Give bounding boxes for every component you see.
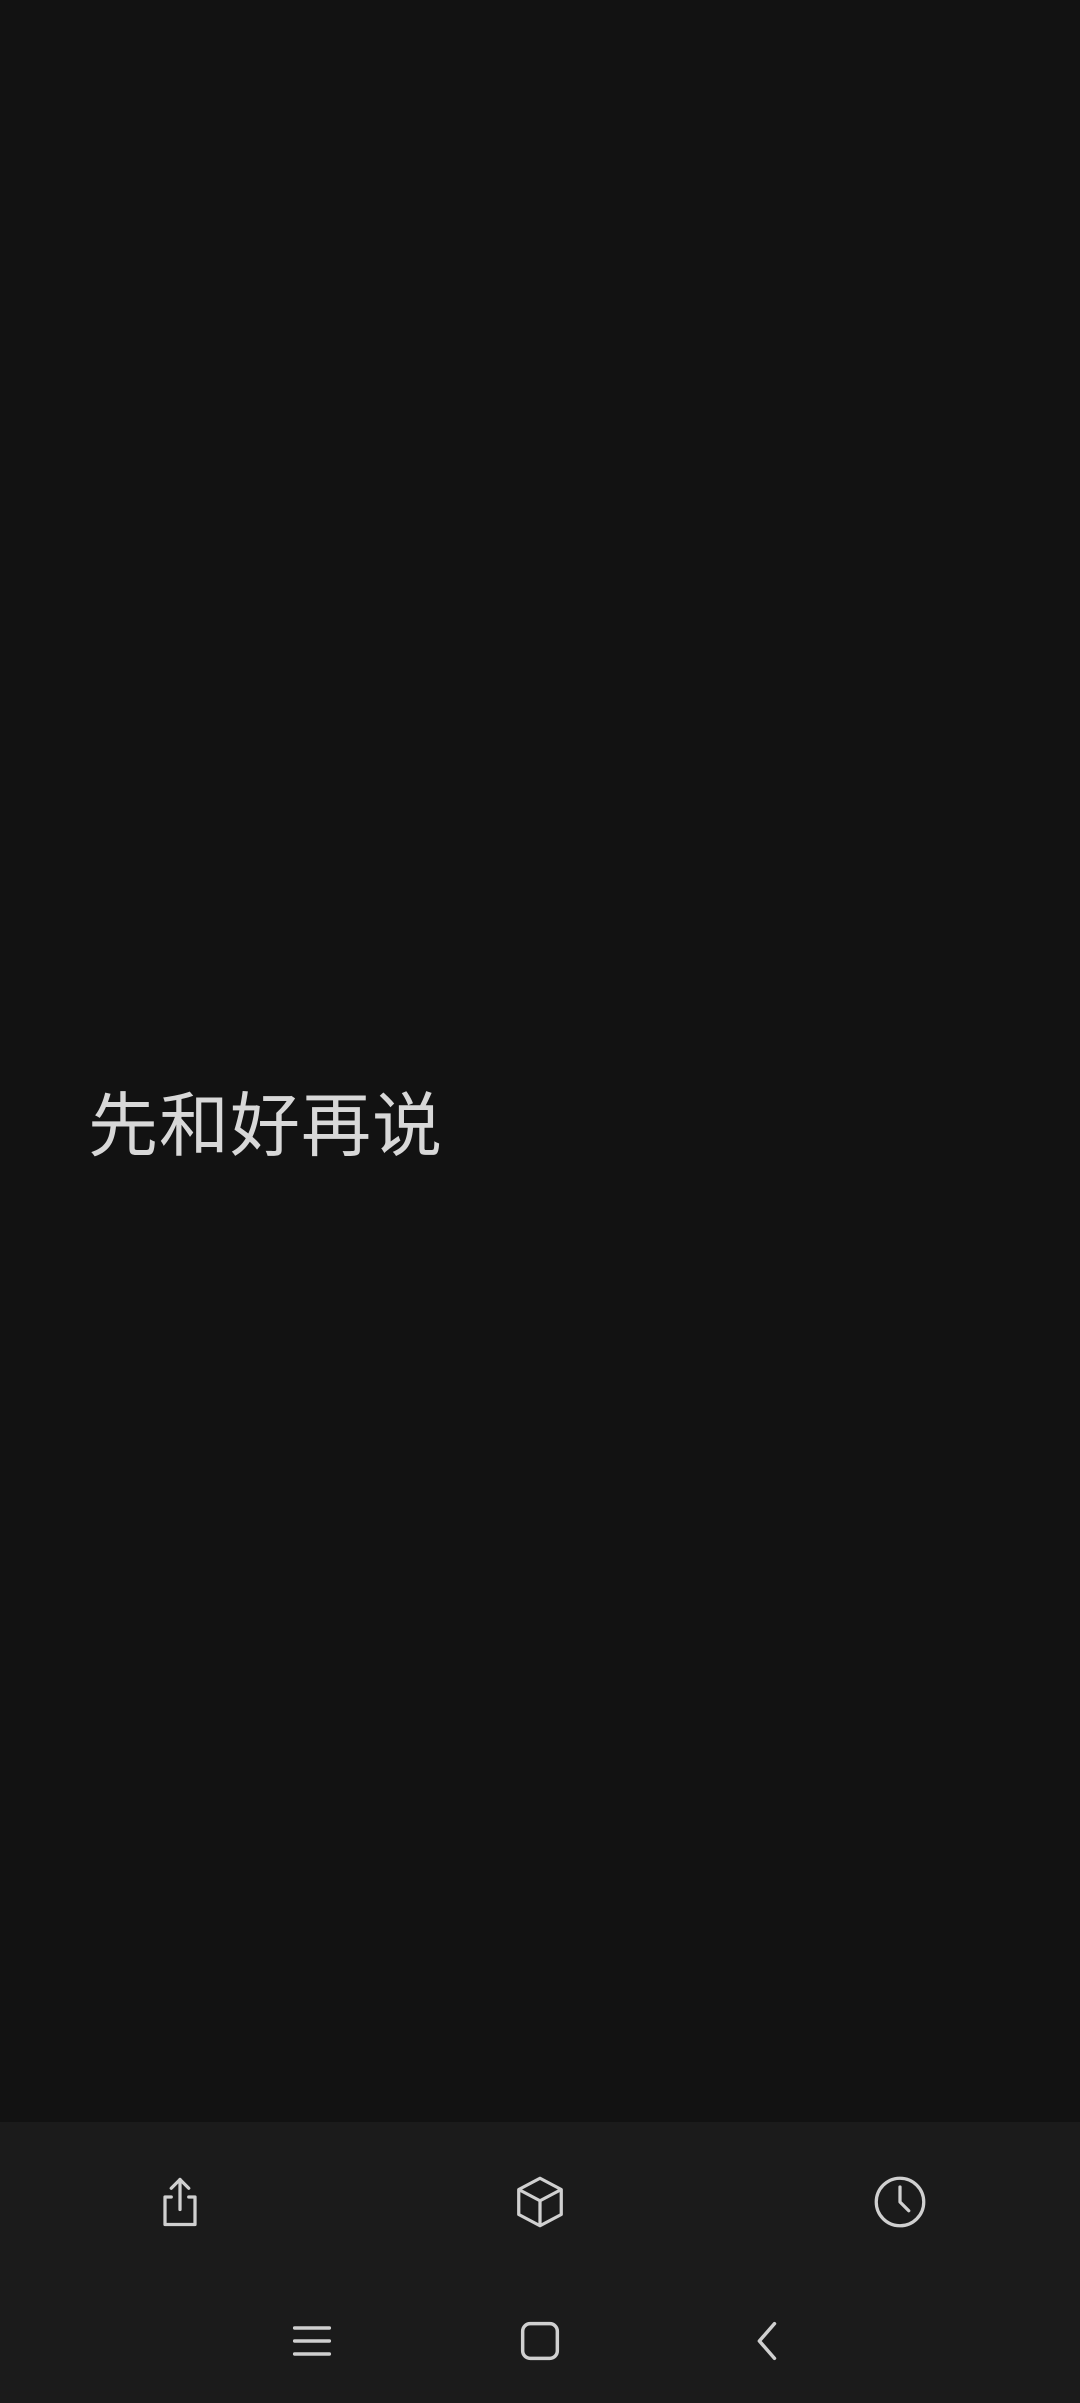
screen: 先和好再说 (0, 0, 1080, 2403)
recents-menu-icon (292, 2326, 332, 2356)
cube-icon (517, 2176, 563, 2228)
share-button[interactable] (140, 2162, 220, 2242)
system-navigation-bar (0, 2277, 1080, 2403)
home-square-icon (520, 2321, 560, 2361)
share-icon (163, 2177, 197, 2227)
recents-button[interactable] (272, 2301, 352, 2381)
history-button[interactable] (860, 2162, 940, 2242)
history-clock-icon (874, 2176, 926, 2228)
home-button[interactable] (500, 2301, 580, 2381)
3d-view-button[interactable] (500, 2162, 580, 2242)
back-button[interactable] (728, 2301, 808, 2381)
displayed-text: 先和好再说 (88, 1085, 443, 1167)
bottom-toolbar (0, 2122, 1080, 2277)
back-chevron-icon (757, 2321, 777, 2361)
